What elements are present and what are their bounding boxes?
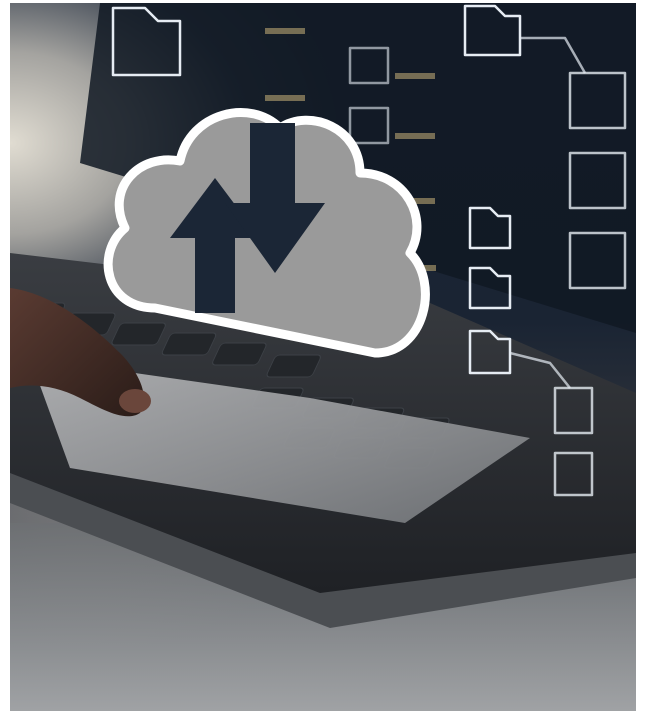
photo-illustration <box>10 3 636 711</box>
photo-frame <box>10 3 636 711</box>
